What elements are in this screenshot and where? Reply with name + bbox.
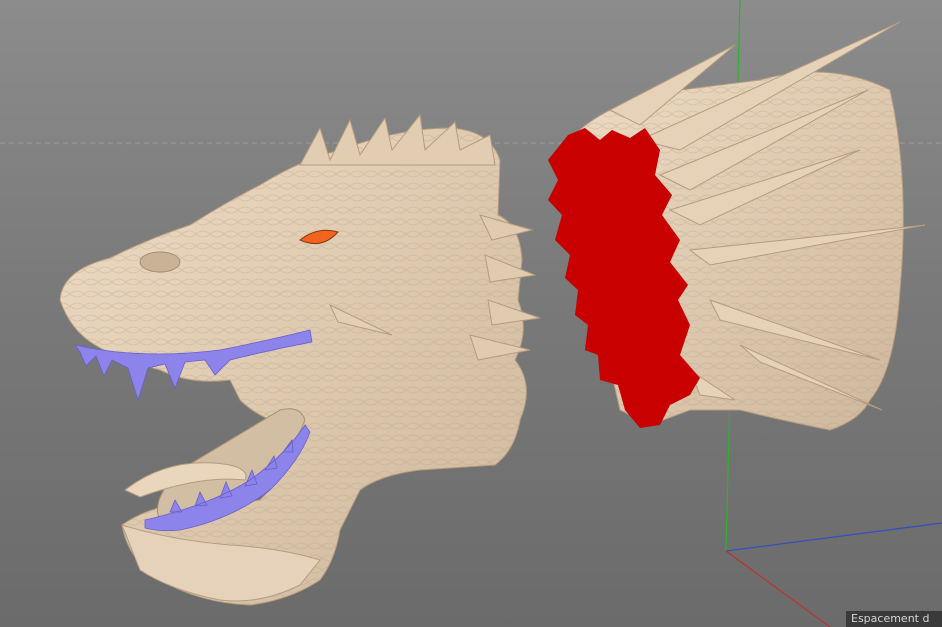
status-bar-text: Espacement d [846,611,942,627]
x-axis-line [725,550,831,627]
nostril [139,251,181,273]
dragon-head-back-part[interactable] [548,21,926,440]
dragon-head-front-part[interactable] [59,113,541,608]
3d-viewport[interactable]: Espacement d [0,0,942,627]
z-axis-line [725,522,942,552]
viewport-canvas[interactable] [0,0,942,627]
